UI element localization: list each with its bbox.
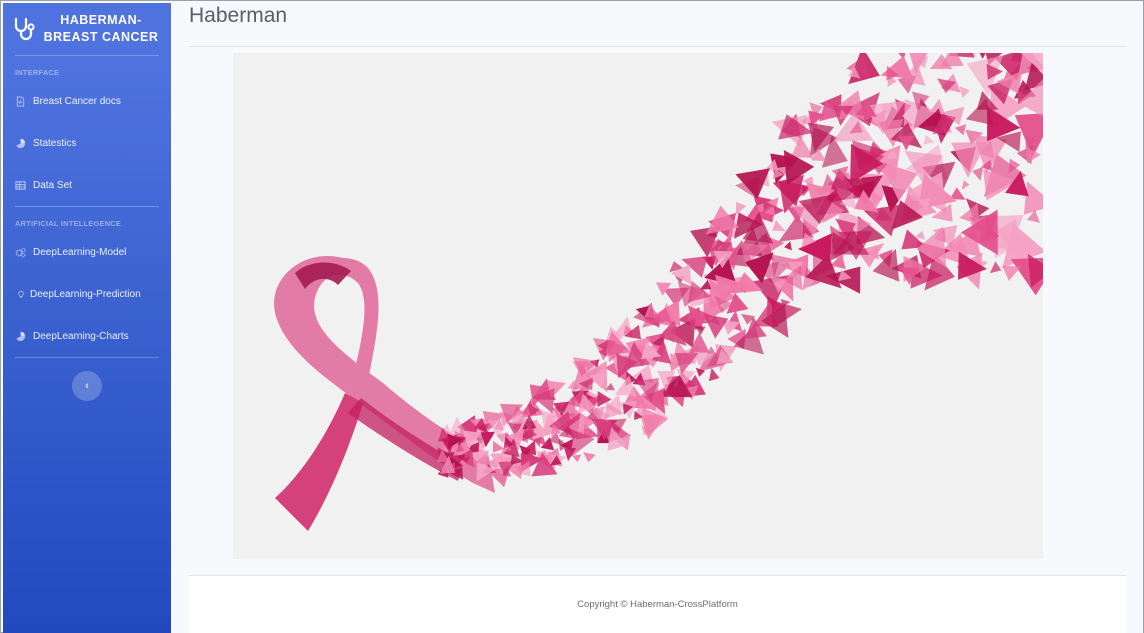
sidebar-toggle-button[interactable]: ‹ — [72, 371, 102, 401]
pie-chart-icon — [16, 331, 26, 341]
table-icon — [15, 180, 26, 190]
ribbon-particle — [961, 180, 970, 190]
footer: Copyright © Haberman-CrossPlatform — [189, 575, 1126, 633]
sidebar-heading-ai: ARTIFICIAL INTELLEGENCE — [15, 219, 122, 228]
sidebar-item-deeplearning-charts[interactable]: DeepLearning-Charts — [3, 315, 171, 357]
ribbon-particle — [572, 454, 582, 463]
title-divider — [189, 46, 1126, 47]
brand-link[interactable]: HABERMAN- BREAST CANCER — [3, 3, 171, 55]
main-content: Haberman Copyright © Haberman-CrossPlatf… — [171, 3, 1143, 633]
file-icon — [16, 95, 25, 107]
copyright-text: Copyright © Haberman-CrossPlatform — [577, 599, 738, 610]
sidebar-item-label: DeepLearning-Prediction — [30, 288, 141, 300]
sidebar-item-deeplearning-prediction[interactable]: DeepLearning-Prediction — [3, 273, 171, 315]
sidebar-item-label: Statestics — [33, 137, 77, 149]
brand-title-line1: HABERMAN- — [60, 13, 142, 27]
lightbulb-icon — [18, 290, 24, 298]
chevron-left-icon: ‹ — [85, 380, 89, 392]
ribbon-particle — [694, 326, 706, 335]
pie-chart-icon — [16, 138, 26, 148]
sidebar-item-label: DeepLearning-Model — [33, 246, 127, 258]
ribbon-particle — [959, 86, 970, 99]
sidebar-item-data-set[interactable]: Data Set — [3, 164, 171, 206]
brand-title-line2: BREAST CANCER — [43, 30, 159, 44]
ribbon-loop — [274, 256, 495, 531]
sidebar-item-breast-cancer-docs[interactable]: Breast Cancer docs — [3, 80, 171, 122]
ribbon-particle — [954, 124, 967, 136]
brand-title: HABERMAN- BREAST CANCER — [43, 12, 159, 46]
hero-image — [233, 53, 1043, 559]
ribbon-particle — [898, 53, 906, 60]
sidebar-item-label: DeepLearning-Charts — [33, 330, 129, 342]
cogs-icon — [15, 247, 26, 257]
ribbon-particle — [564, 448, 577, 462]
ribbon-particle — [708, 368, 720, 382]
stethoscope-icon — [14, 17, 35, 41]
ribbon-particle — [972, 166, 984, 181]
sidebar-toggle-area: ‹ — [3, 358, 171, 414]
app-window: HABERMAN- BREAST CANCER INTERFACE Breast… — [0, 0, 1144, 633]
ribbon-particle — [923, 134, 935, 145]
sidebar-item-label: Breast Cancer docs — [33, 95, 121, 107]
sidebar-item-label: Data Set — [33, 179, 72, 191]
sidebar-item-deeplearning-model[interactable]: DeepLearning-Model — [3, 231, 171, 273]
pink-ribbon-illustration — [274, 53, 1043, 531]
ribbon-particles — [436, 53, 1043, 488]
ribbon-particle — [772, 220, 786, 232]
ribbon-particle — [784, 241, 792, 251]
sidebar-item-statestics[interactable]: Statestics — [3, 122, 171, 164]
sidebar-heading-interface: INTERFACE — [15, 68, 60, 77]
ribbon-particle — [1023, 181, 1043, 215]
sidebar: HABERMAN- BREAST CANCER INTERFACE Breast… — [3, 3, 171, 633]
ribbon-particle — [989, 261, 1002, 274]
ribbon-particle — [1002, 265, 1022, 281]
page-title: Haberman — [189, 4, 288, 27]
ribbon-particle — [583, 452, 596, 463]
